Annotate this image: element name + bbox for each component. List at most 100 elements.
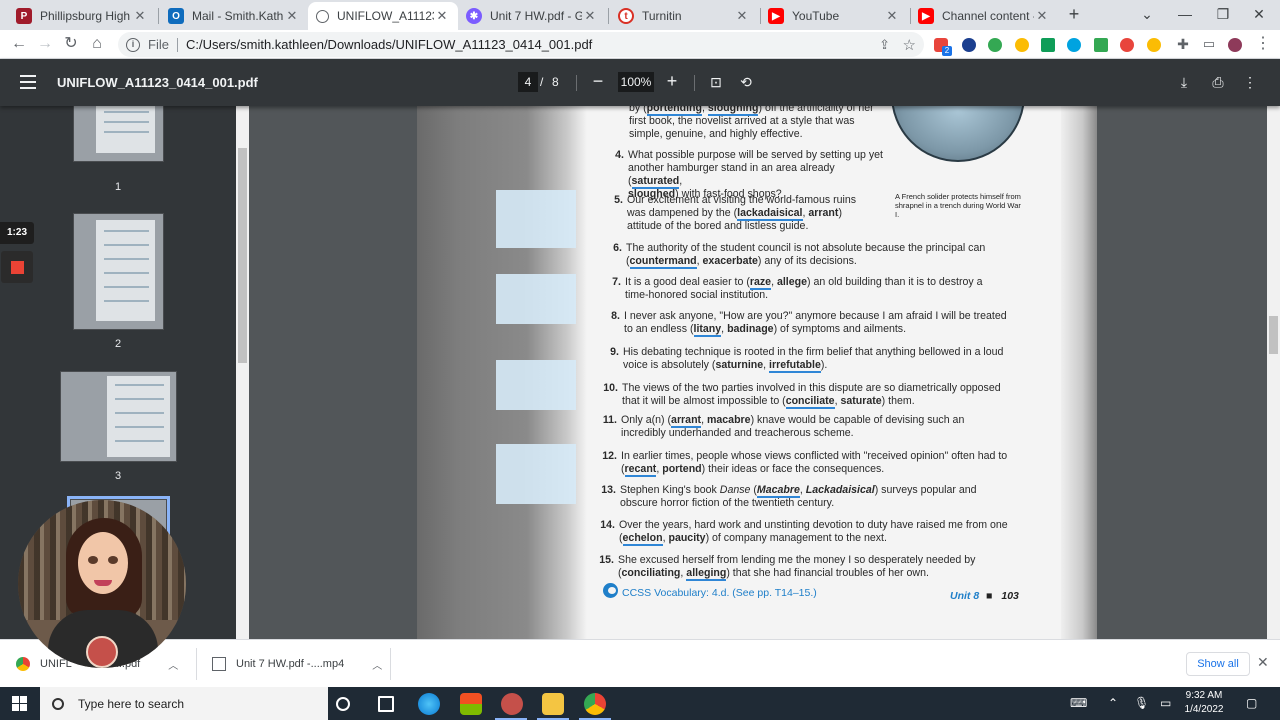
bookmark-star-icon[interactable]: ☆ (903, 36, 916, 54)
rotate-icon[interactable]: ⟲ (736, 72, 756, 92)
tab-turnitin[interactable]: t Turnitin ✕ (610, 2, 758, 30)
extension-icon[interactable] (988, 38, 1002, 52)
chevron-up-icon[interactable]: ︿ (168, 657, 178, 672)
file-icon (212, 657, 226, 671)
chrome-taskbar-icon[interactable] (584, 693, 606, 715)
stop-recording-button[interactable] (1, 251, 33, 283)
extension-icon[interactable] (1067, 38, 1081, 52)
pdf-document-area[interactable]: A French solider protects himself from s… (249, 106, 1267, 639)
exercise-item: 15. She excused herself from lending me … (599, 554, 1010, 581)
sidebar-scrollbar-thumb[interactable] (238, 148, 247, 363)
exercise-line: that it will be almost impossible to (co… (622, 395, 915, 409)
close-icon[interactable]: ✕ (284, 8, 300, 24)
home-button[interactable]: ⌂ (86, 33, 108, 55)
profile-avatar[interactable] (1228, 38, 1242, 52)
info-icon[interactable]: i (126, 37, 140, 52)
exercise-item: by (portending, sloughing) off the artif… (629, 106, 889, 141)
item-number: 9. (610, 346, 619, 358)
download-item[interactable]: Unit 7 HW.pdf -....mp4 ︿ (212, 652, 382, 676)
tab-title: Turnitin (642, 9, 682, 23)
microphone-icon[interactable]: 🎙 (1134, 696, 1149, 710)
chrome-icon (16, 657, 30, 671)
exercise-line: The authority of the student council is … (626, 242, 986, 254)
zoom-level-input[interactable]: 100% (618, 72, 654, 92)
network-icon[interactable]: ▭ (1160, 696, 1171, 710)
more-actions-icon[interactable]: ⋮ (1240, 72, 1260, 92)
extension-icon[interactable] (1147, 38, 1161, 52)
page-thumbnail[interactable] (60, 371, 177, 462)
address-bar[interactable]: i File C:/Users/smith.kathleen/Downloads… (118, 32, 924, 57)
zoom-out-button[interactable]: − (588, 71, 608, 91)
tab-unit7[interactable]: ✱ Unit 7 HW.pdf - Goog ✕ (458, 2, 606, 30)
close-icon[interactable]: ✕ (734, 8, 750, 24)
tab-mail[interactable]: O Mail - Smith.Kathleen ✕ (160, 2, 308, 30)
kami-extension-icon[interactable] (962, 38, 976, 52)
notification-icon[interactable]: ▢ (1246, 696, 1257, 710)
close-icon[interactable]: ✕ (1034, 8, 1050, 24)
page-number-input[interactable]: 4 (518, 72, 538, 92)
document-scrollbar-thumb[interactable] (1269, 316, 1278, 354)
tab-uniflow[interactable]: UNIFLOW_A11123_04 ✕ (308, 2, 458, 30)
close-icon[interactable]: ✕ (1257, 654, 1269, 671)
download-name: Unit 7 HW.pdf -....mp4 (236, 658, 345, 670)
exercise-line: In earlier times, people whose views con… (621, 450, 1008, 462)
exercise-item: 5. Our excitement at visiting the world-… (614, 194, 867, 233)
close-icon[interactable]: ✕ (582, 8, 598, 24)
windows-start-icon[interactable] (12, 696, 27, 711)
extension-icon[interactable] (1041, 38, 1055, 52)
thumbnail-label: 3 (114, 470, 122, 482)
browser-toolbar: ← → ↻ ⌂ i File C:/Users/smith.kathleen/D… (0, 30, 1280, 59)
show-all-button[interactable]: Show all (1186, 652, 1250, 676)
exercise-line: What possible purpose will be served by … (628, 149, 883, 161)
store-icon[interactable] (460, 693, 482, 715)
youtube-icon: ▶ (768, 8, 784, 24)
menu-icon[interactable] (20, 75, 36, 89)
share-icon[interactable]: ⇪ (879, 37, 890, 53)
document-scrollbar[interactable] (1267, 106, 1280, 639)
outlook-icon: O (168, 8, 184, 24)
exercise-line: The views of the two parties involved in… (622, 382, 1001, 394)
new-tab-button[interactable]: + (1064, 4, 1084, 24)
chevron-up-icon[interactable]: ︿ (372, 657, 382, 672)
taskbar-search[interactable]: Type here to search (40, 687, 328, 720)
file-explorer-icon[interactable] (542, 693, 564, 715)
edge-icon[interactable] (418, 693, 440, 715)
page-thumbnail[interactable] (73, 106, 164, 162)
window-close-button[interactable]: ✕ (1236, 0, 1280, 30)
fit-page-icon[interactable]: ⊡ (706, 72, 726, 92)
task-view-icon[interactable] (378, 696, 394, 712)
recording-timer: 1:23 (0, 222, 34, 244)
system-clock[interactable]: 9:32 AM 1/4/2022 (1176, 689, 1232, 717)
page-thumbnail[interactable] (73, 213, 164, 330)
url-text[interactable]: C:/Users/smith.kathleen/Downloads/UNIFLO… (186, 37, 592, 52)
download-icon[interactable]: ⤓ (1174, 72, 1194, 92)
webcam-avatar (18, 500, 186, 668)
item-number: 12. (602, 450, 617, 462)
tab-channel-content[interactable]: ▶ Channel content - You ✕ (910, 2, 1058, 30)
keyboard-icon[interactable]: ⌨ (1070, 696, 1087, 710)
reload-button[interactable]: ↻ (60, 33, 82, 55)
cast-icon[interactable]: ▭ (1198, 33, 1220, 55)
cortana-icon[interactable] (336, 697, 350, 711)
more-menu-icon[interactable]: ⋮ (1252, 33, 1274, 55)
print-icon[interactable]: ⎙ (1208, 72, 1228, 92)
exercise-line: attitude of the bored and listless guide… (627, 220, 809, 232)
page-separator: / (540, 75, 544, 89)
close-icon[interactable]: ✕ (132, 8, 148, 24)
zoom-in-button[interactable]: + (662, 71, 682, 91)
back-button[interactable]: ← (8, 33, 30, 55)
extension-icon[interactable] (1094, 38, 1108, 52)
extension-icon[interactable] (1120, 38, 1134, 52)
tab-youtube[interactable]: ▶ YouTube ✕ (760, 2, 908, 30)
close-icon[interactable]: ✕ (884, 8, 900, 24)
chevron-up-icon[interactable]: ⌃ (1108, 696, 1118, 710)
forward-button[interactable]: → (34, 33, 56, 55)
close-icon[interactable]: ✕ (434, 8, 450, 24)
recorder-app-icon[interactable] (501, 693, 523, 715)
exercise-line: simple, genuine, and highly effective. (629, 128, 803, 140)
exercise-line: voice is absolutely (saturnine, irrefuta… (623, 359, 828, 373)
tab-phillipsburg[interactable]: P Phillipsburg High Sch ✕ (8, 2, 156, 30)
emoji-extension-icon[interactable] (1015, 38, 1029, 52)
puzzle-icon[interactable]: ✚ (1172, 33, 1194, 55)
clock-date: 1/4/2022 (1184, 704, 1224, 715)
